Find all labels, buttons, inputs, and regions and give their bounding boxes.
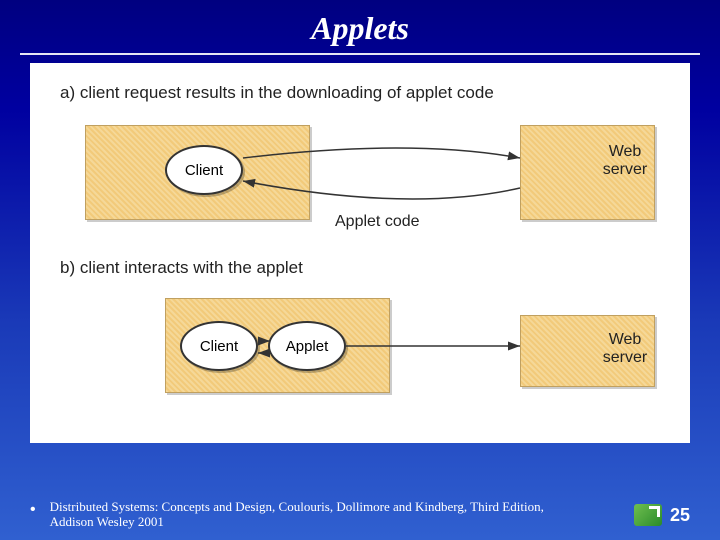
client-node-a-label: Client — [185, 162, 223, 179]
applet-node-b: Applet — [268, 321, 346, 371]
logo-icon — [634, 504, 662, 526]
applet-code-label: Applet code — [335, 213, 420, 231]
citation-text: Distributed Systems: Concepts and Design… — [50, 500, 580, 530]
applet-node-b-label: Applet — [286, 338, 329, 355]
slide-title: Applets — [0, 0, 720, 53]
client-node-b-label: Client — [200, 338, 238, 355]
web-b-line2: server — [603, 349, 647, 366]
web-b-line1: Web — [609, 331, 642, 348]
web-server-label-a: Web server — [585, 143, 665, 179]
web-a-line1: Web — [609, 143, 642, 160]
caption-a: a) client request results in the downloa… — [60, 83, 494, 103]
web-server-label-b: Web server — [585, 331, 665, 367]
footer: • Distributed Systems: Concepts and Desi… — [30, 500, 690, 530]
client-node-a: Client — [165, 145, 243, 195]
client-node-b: Client — [180, 321, 258, 371]
page-number: 25 — [670, 505, 690, 526]
bullet-icon: • — [30, 501, 36, 519]
figure-panel: a) client request results in the downloa… — [30, 63, 690, 443]
caption-b: b) client interacts with the applet — [60, 258, 303, 278]
title-underline — [20, 53, 700, 55]
web-a-line2: server — [603, 161, 647, 178]
